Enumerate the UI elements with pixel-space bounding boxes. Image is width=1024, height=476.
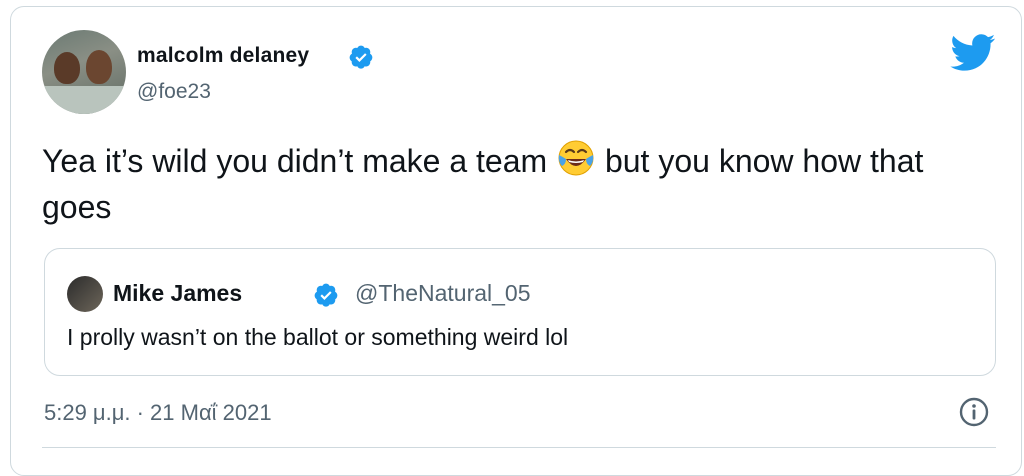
tweet-timestamp[interactable]: 5:29 μ.μ. · 21 Μαΐ 2021 [44, 400, 272, 426]
quoted-tweet-text: I prolly wasn’t on the ballot or somethi… [67, 324, 569, 350]
avatar-photo-person-1 [54, 52, 80, 84]
tweet-text: Yea it’s wild you didn’t make a team but… [42, 138, 962, 230]
avatar-photo-person-2 [86, 50, 112, 84]
verified-badge-icon [349, 45, 373, 69]
info-icon[interactable] [958, 396, 990, 428]
divider [42, 447, 996, 448]
author-handle[interactable]: @foe23 [137, 80, 211, 104]
quoted-verified-badge-icon [314, 283, 338, 307]
author-display-name[interactable]: malcolm delaney [137, 44, 309, 68]
avatar-photo-shirt [42, 86, 126, 114]
quoted-tweet[interactable]: Mike James @TheNatural_05 I prolly wasn’… [44, 248, 996, 376]
twitter-bird-icon[interactable] [950, 34, 996, 72]
quoted-author-handle[interactable]: @TheNatural_05 [355, 280, 531, 307]
quoted-author-display-name[interactable]: Mike James [113, 280, 242, 307]
tweet-text-part-1: Yea it’s wild you didn’t make a team [42, 143, 548, 179]
face-with-tears-of-joy-icon [558, 140, 594, 176]
quoted-author-avatar[interactable] [67, 276, 103, 312]
author-avatar[interactable] [42, 30, 126, 114]
